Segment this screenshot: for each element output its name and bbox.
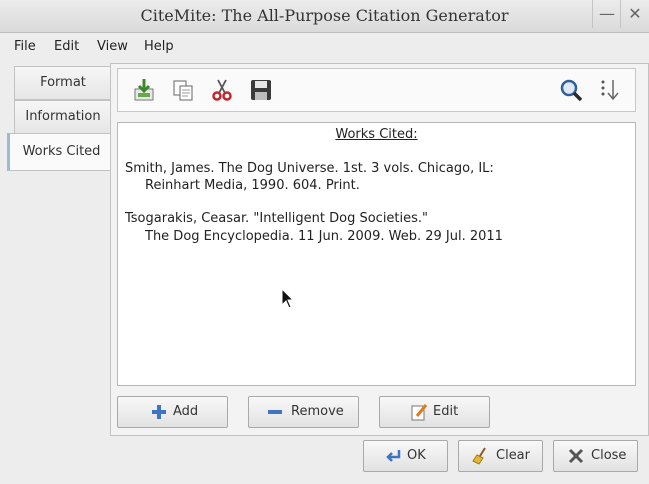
import-button[interactable] — [132, 78, 156, 102]
edit-label: Edit — [433, 404, 459, 419]
window-close-button[interactable]: ✕ — [620, 0, 649, 28]
minimize-icon: — — [599, 4, 615, 23]
cut-button[interactable] — [210, 78, 234, 102]
window-title: CiteMite: The All-Purpose Citation Gener… — [140, 6, 509, 25]
menu-view[interactable]: View — [97, 39, 128, 54]
title-bar[interactable]: CiteMite: The All-Purpose Citation Gener… — [0, 0, 649, 33]
minimize-button[interactable]: — — [592, 0, 621, 28]
add-button[interactable]: Add — [117, 396, 228, 428]
ok-button[interactable]: OK — [363, 440, 448, 472]
citation-1-line-2: Reinhart Media, 1990. 604. Print. — [145, 178, 360, 193]
minus-icon — [268, 410, 282, 414]
remove-button[interactable]: Remove — [248, 396, 359, 428]
remove-label: Remove — [291, 404, 344, 419]
citation-2-line-2: The Dog Encyclopedia. 11 Jun. 2009. Web.… — [145, 229, 503, 244]
citation-2-line-1: Tsogarakis, Ceasar. "Intelligent Dog Soc… — [125, 211, 429, 226]
cut-icon — [212, 79, 232, 101]
save-button[interactable] — [249, 78, 273, 102]
works-cited-textarea[interactable]: Works Cited: Smith, James. The Dog Unive… — [117, 122, 636, 386]
menu-bar: File Edit View Help — [0, 33, 649, 59]
tab-information[interactable]: Information — [14, 100, 111, 134]
tab-works-cited[interactable]: Works Cited — [7, 133, 113, 171]
sort-button[interactable] — [598, 78, 622, 102]
add-label: Add — [173, 404, 199, 419]
menu-file[interactable]: File — [14, 39, 36, 54]
copy-icon — [173, 80, 193, 101]
menu-edit[interactable]: Edit — [54, 39, 79, 54]
save-icon — [251, 80, 271, 100]
search-button[interactable] — [559, 78, 583, 102]
toolbar — [117, 68, 636, 112]
close-label: Close — [591, 448, 627, 463]
tab-format[interactable]: Format — [14, 66, 111, 100]
close-button[interactable]: Close — [553, 440, 638, 472]
mouse-cursor-icon — [281, 288, 295, 309]
works-cited-heading: Works Cited: — [335, 127, 418, 142]
copy-button[interactable] — [171, 78, 195, 102]
import-icon — [134, 79, 154, 101]
enter-icon — [386, 450, 401, 462]
broom-icon — [472, 447, 486, 465]
menu-help[interactable]: Help — [144, 39, 174, 54]
search-icon — [560, 79, 583, 102]
clear-button[interactable]: Clear — [458, 440, 543, 472]
close-icon: ✕ — [628, 4, 642, 23]
ok-label: OK — [407, 448, 426, 463]
edit-icon — [411, 404, 428, 421]
x-icon — [568, 448, 584, 464]
sort-icon — [601, 80, 619, 101]
plus-icon — [152, 405, 166, 419]
clear-label: Clear — [496, 448, 530, 463]
edit-button[interactable]: Edit — [379, 396, 490, 428]
citation-1-line-1: Smith, James. The Dog Universe. 1st. 3 v… — [125, 161, 494, 176]
